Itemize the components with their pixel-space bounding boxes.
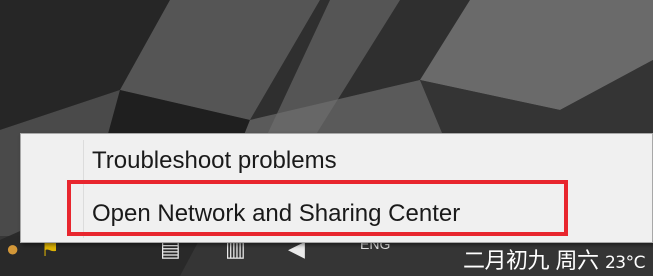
desktop-screen: ● ⚑ ▤ ▥ ◀ ENG 二月初九 周六 23°C Troubleshoot … (0, 0, 653, 276)
clock-date: 二月初九 周六 (462, 249, 599, 274)
clock-temperature: 23°C (604, 253, 646, 273)
menu-item-troubleshoot-problems[interactable]: Troubleshoot problems (92, 144, 337, 178)
taskbar-clock[interactable]: 二月初九 周六 23°C (462, 243, 646, 275)
menu-item-open-network-sharing-center[interactable]: Open Network and Sharing Center (92, 197, 460, 231)
menu-separator (83, 140, 84, 238)
app-tray-icon[interactable]: ● (6, 236, 19, 262)
network-context-menu: Troubleshoot problems Open Network and S… (20, 133, 653, 243)
